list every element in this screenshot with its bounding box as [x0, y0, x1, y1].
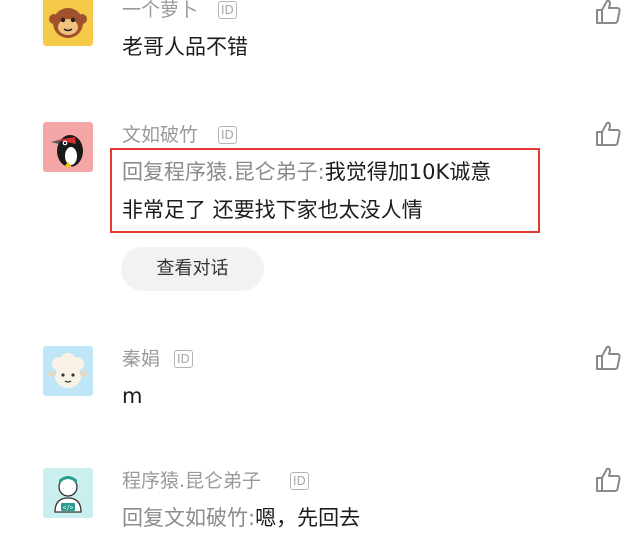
comment-text-line: 回复文如破竹:嗯，先回去	[122, 501, 360, 535]
comment-text: 老哥人品不错	[122, 35, 248, 59]
woodpecker-avatar-icon[interactable]	[43, 122, 93, 172]
thumbs-up-icon[interactable]	[594, 466, 622, 494]
thumbs-up-icon[interactable]	[594, 120, 622, 148]
reply-content: 嗯，先回去	[255, 506, 361, 530]
view-conversation-button[interactable]: 查看对话	[121, 247, 264, 291]
comment-text: m	[122, 384, 143, 408]
id-badge: ID	[174, 350, 193, 368]
comment-username[interactable]: 程序猿.昆仑弟子	[122, 469, 261, 493]
id-badge: ID	[218, 1, 237, 19]
id-badge: ID	[290, 472, 309, 490]
monkey-avatar-icon[interactable]	[43, 0, 93, 46]
programmer-avatar-icon[interactable]: </>	[43, 468, 93, 518]
thumbs-up-icon[interactable]	[594, 344, 622, 372]
svg-text:</>: </>	[63, 505, 74, 512]
comment-username[interactable]: 文如破竹	[122, 123, 198, 147]
id-badge: ID	[218, 126, 237, 144]
highlight-annotation-box	[110, 148, 540, 233]
comment-username[interactable]: 一个萝卜	[122, 0, 198, 22]
thumbs-up-icon[interactable]	[594, 0, 622, 26]
comment-username[interactable]: 秦娟	[122, 347, 160, 371]
reply-prefix[interactable]: 回复文如破竹:	[122, 506, 255, 530]
sheep-avatar-icon[interactable]	[43, 346, 93, 396]
